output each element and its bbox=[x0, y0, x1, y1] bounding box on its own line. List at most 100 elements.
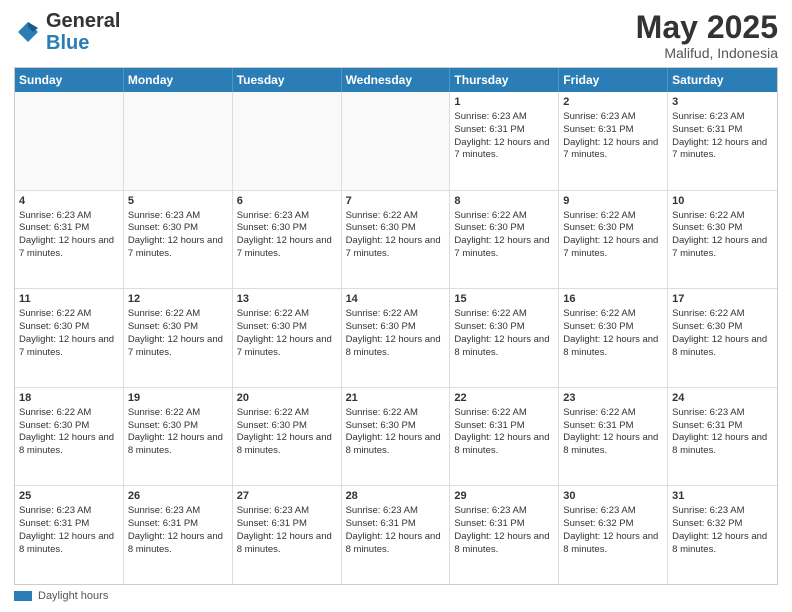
day-number: 5 bbox=[128, 194, 228, 209]
sunrise-text: Sunrise: 6:22 AM bbox=[454, 210, 526, 221]
cal-header-friday: Friday bbox=[559, 68, 668, 92]
sunset-text: Sunset: 6:32 PM bbox=[672, 518, 742, 529]
day-number: 9 bbox=[563, 194, 663, 209]
cal-cell: 20Sunrise: 6:22 AM Sunset: 6:30 PMDayligh… bbox=[233, 388, 342, 486]
day-number: 29 bbox=[454, 489, 554, 504]
cal-cell: 9Sunrise: 6:22 AMSunset: 6:30 PMDaylight… bbox=[559, 191, 668, 289]
sunrise-text: Sunrise: 6:22 AM bbox=[128, 407, 200, 418]
footer-label: Daylight hours bbox=[38, 590, 108, 602]
sunset-text: Sunset: 6:31 PM bbox=[672, 124, 742, 135]
daylight-text: Daylight: 12 hours and 8 minutes. bbox=[563, 334, 658, 358]
cal-cell bbox=[15, 92, 124, 190]
cal-cell: 27Sunrise: 6:23 AMSunset: 6:31 PMDayligh… bbox=[233, 486, 342, 584]
cal-cell: 10Sunrise: 6:22 AMSunset: 6:30 PMDayligh… bbox=[668, 191, 777, 289]
sunset-text: Sunset: 6:31 PM bbox=[19, 518, 89, 529]
sunset-text: Sunset: 6:30 PM bbox=[672, 222, 742, 233]
day-number: 11 bbox=[19, 292, 119, 307]
sunrise-text: Sunrise: 6:22 AM bbox=[237, 407, 309, 418]
calendar-header-row: SundayMondayTuesdayWednesdayThursdayFrid… bbox=[15, 68, 777, 92]
title-location: Malifud, Indonesia bbox=[636, 45, 778, 61]
sunset-text: Sunset: 6:31 PM bbox=[237, 518, 307, 529]
cal-cell: 14Sunrise: 6:22 AMSunset: 6:30 PMDayligh… bbox=[342, 289, 451, 387]
daylight-text: Daylight: 12 hours and 7 minutes. bbox=[128, 334, 223, 358]
header: General Blue May 2025 Malifud, Indonesia bbox=[14, 10, 778, 61]
daylight-text: Daylight: 12 hours and 8 minutes. bbox=[237, 432, 332, 456]
day-number: 15 bbox=[454, 292, 554, 307]
day-number: 16 bbox=[563, 292, 663, 307]
daylight-text: Daylight: 12 hours and 7 minutes. bbox=[672, 235, 767, 259]
daylight-text: Daylight: 12 hours and 8 minutes. bbox=[19, 531, 114, 555]
day-number: 18 bbox=[19, 391, 119, 406]
cal-cell: 25Sunrise: 6:23 AM Sunset: 6:31 PM Dayligh… bbox=[15, 486, 124, 584]
cal-week-4: 25Sunrise: 6:23 AMSunset: 6:31 PMDayligh… bbox=[15, 486, 777, 584]
sunrise-text: Sunrise: 6:23 AM bbox=[19, 505, 91, 516]
sunrise-text: Sunrise: 6:22 AM bbox=[563, 210, 635, 221]
day-number: 20 bbox=[237, 391, 337, 406]
cal-cell: 15Sunrise: 6:22 AMSunset: 6:30 PMDayligh… bbox=[450, 289, 559, 387]
sunrise-text: Sunrise: 6:22 AM bbox=[19, 407, 91, 418]
cal-cell: 12Sunrise: 6:22 AMSunset: 6:30 PMDayligh… bbox=[124, 289, 233, 387]
cal-cell: 4Sunrise: 6:23 AMSunset: 6:31 PMDaylight… bbox=[15, 191, 124, 289]
daylight-text: Daylight: 12 hours and 8 minutes. bbox=[128, 432, 223, 456]
cal-cell: 16Sunrise: 6:22 AMSunset: 6:30 PMDayligh… bbox=[559, 289, 668, 387]
day-number: 27 bbox=[237, 489, 337, 504]
cal-cell: 23Sunrise: 6:22 AMSunset: 6:31 PMDayligh… bbox=[559, 388, 668, 486]
sunrise-text: Sunrise: 6:23 AM bbox=[672, 505, 744, 516]
cal-cell: 22Sunrise: 6:22 AMSunset: 6:31 PMDayligh… bbox=[450, 388, 559, 486]
cal-header-tuesday: Tuesday bbox=[233, 68, 342, 92]
day-number: 25 bbox=[19, 489, 119, 504]
cal-cell: 5Sunrise: 6:23 AMSunset: 6:30 PMDaylight… bbox=[124, 191, 233, 289]
sunset-text: Sunset: 6:31 PM bbox=[128, 518, 198, 529]
day-number: 8 bbox=[454, 194, 554, 209]
sunset-text: Sunset: 6:31 PM bbox=[563, 420, 633, 431]
sunrise-text: Sunrise: 6:23 AM bbox=[237, 505, 309, 516]
sunset-text: Sunset: 6:31 PM bbox=[346, 518, 416, 529]
sunset-text: Sunset: 6:31 PM bbox=[563, 124, 633, 135]
daylight-text: Daylight: 12 hours and 7 minutes. bbox=[237, 334, 332, 358]
sunset-text: Sunset: 6:30 PM bbox=[237, 420, 307, 431]
sunset-text: Sunset: 6:30 PM bbox=[563, 321, 633, 332]
sunrise-text: Sunrise: 6:23 AM bbox=[128, 505, 200, 516]
sunset-text: Sunset: 6:30 PM bbox=[454, 222, 524, 233]
daylight-text: Daylight: 12 hours and 7 minutes. bbox=[454, 137, 549, 161]
daylight-text: Daylight: 12 hours and 7 minutes. bbox=[19, 235, 114, 259]
sunset-text: Sunset: 6:30 PM bbox=[237, 321, 307, 332]
daylight-text: Daylight: 12 hours and 7 minutes. bbox=[237, 235, 332, 259]
sunrise-text: Sunrise: 6:22 AM bbox=[346, 210, 418, 221]
day-number: 28 bbox=[346, 489, 446, 504]
sunset-text: Sunset: 6:31 PM bbox=[454, 420, 524, 431]
logo-general-text: General bbox=[46, 10, 120, 32]
cal-cell: 24Sunrise: 6:23 AMSunset: 6:31 PMDayligh… bbox=[668, 388, 777, 486]
daylight-text: Daylight: 12 hours and 8 minutes. bbox=[346, 531, 441, 555]
daylight-text: Daylight: 12 hours and 7 minutes. bbox=[563, 137, 658, 161]
cal-cell: 18Sunrise: 6:22 AMSunset: 6:30 PMDayligh… bbox=[15, 388, 124, 486]
cal-cell: 8Sunrise: 6:22 AMSunset: 6:30 PM Daylight… bbox=[450, 191, 559, 289]
day-number: 24 bbox=[672, 391, 773, 406]
cal-cell: 19Sunrise: 6:22 AMSunset: 6:30 PMDayligh… bbox=[124, 388, 233, 486]
sunset-text: Sunset: 6:30 PM bbox=[19, 321, 89, 332]
calendar-body: 1Sunrise: 6:23 AMSunset: 6:31 PMDaylight… bbox=[15, 92, 777, 584]
sunset-text: Sunset: 6:30 PM bbox=[237, 222, 307, 233]
cal-cell: 1Sunrise: 6:23 AMSunset: 6:31 PMDaylight… bbox=[450, 92, 559, 190]
sunrise-text: Sunrise: 6:22 AM bbox=[346, 407, 418, 418]
daylight-text: Daylight: 12 hours and 8 minutes. bbox=[563, 432, 658, 456]
day-number: 30 bbox=[563, 489, 663, 504]
daylight-text: Daylight: 12 hours and 7 minutes. bbox=[454, 235, 549, 259]
sunrise-text: Sunrise: 6:23 AM bbox=[128, 210, 200, 221]
sunset-text: Sunset: 6:30 PM bbox=[128, 321, 198, 332]
day-number: 23 bbox=[563, 391, 663, 406]
daylight-text: Daylight: 12 hours and 8 minutes. bbox=[454, 531, 549, 555]
daylight-text: Daylight: 12 hours and 8 minutes. bbox=[454, 334, 549, 358]
daylight-text: Daylight: 12 hours and 7 minutes. bbox=[563, 235, 658, 259]
cal-week-0: 1Sunrise: 6:23 AMSunset: 6:31 PMDaylight… bbox=[15, 92, 777, 191]
day-number: 13 bbox=[237, 292, 337, 307]
cal-header-saturday: Saturday bbox=[668, 68, 777, 92]
sunrise-text: Sunrise: 6:23 AM bbox=[454, 505, 526, 516]
cal-cell: 6Sunrise: 6:23 AMSunset: 6:30 PMDaylight… bbox=[233, 191, 342, 289]
sunrise-text: Sunrise: 6:22 AM bbox=[454, 407, 526, 418]
sunrise-text: Sunrise: 6:22 AM bbox=[672, 210, 744, 221]
sunrise-text: Sunrise: 6:23 AM bbox=[672, 407, 744, 418]
sunrise-text: Sunrise: 6:22 AM bbox=[237, 308, 309, 319]
sunrise-text: Sunrise: 6:22 AM bbox=[672, 308, 744, 319]
day-number: 2 bbox=[563, 95, 663, 110]
